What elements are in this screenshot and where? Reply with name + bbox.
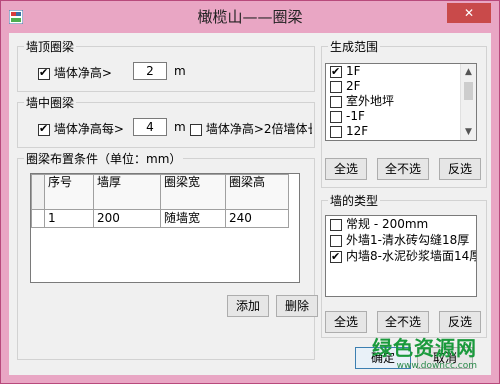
row-header[interactable] bbox=[31, 209, 45, 228]
range-select-all-button[interactable]: 全选 bbox=[325, 158, 367, 180]
top-beam-group-label: 墙顶圈梁 bbox=[24, 38, 77, 55]
range-group: 生成范围 1F 2F 室外地坪 -1F 12F ▲ ▼ 全选 全不选 反选 bbox=[321, 38, 487, 188]
wall-select-none-button[interactable]: 全不选 bbox=[377, 311, 429, 333]
list-item[interactable]: -1F bbox=[326, 109, 476, 124]
table-row[interactable]: 1 200 随墙宽 240 bbox=[31, 209, 289, 228]
wall-type-list[interactable]: 常规 - 200mm 外墙1-清水砖勾缝18厚 内墙8-水泥砂浆墙面14厚 bbox=[325, 215, 477, 297]
top-beam-height-input[interactable]: 2 bbox=[133, 62, 167, 80]
wall-type-group: 墙的类型 常规 - 200mm 外墙1-清水砖勾缝18厚 内墙8-水泥砂浆墙面1… bbox=[321, 192, 487, 338]
wall-type-label: 常规 - 200mm bbox=[346, 217, 429, 231]
top-beam-group: 墙顶圈梁 墙体净高> 2 m bbox=[17, 38, 315, 92]
list-item[interactable]: 12F bbox=[326, 124, 476, 139]
beam-table[interactable]: 序号 墙厚 圈梁宽 圈梁高 1 200 随墙宽 240 bbox=[30, 173, 300, 283]
range-select-none-button[interactable]: 全不选 bbox=[377, 158, 429, 180]
top-beam-unit: m bbox=[174, 64, 186, 78]
range-list[interactable]: 1F 2F 室外地坪 -1F 12F ▲ ▼ bbox=[325, 63, 477, 141]
top-beam-checkbox[interactable] bbox=[38, 66, 50, 80]
scroll-down-icon[interactable]: ▼ bbox=[461, 124, 476, 140]
range-item-label: 1F bbox=[346, 64, 361, 78]
wall-type-label: 外墙1-清水砖勾缝18厚 bbox=[346, 233, 470, 247]
wall-type-checkbox[interactable] bbox=[330, 218, 342, 231]
range-group-label: 生成范围 bbox=[328, 38, 381, 55]
range-list-scrollbar[interactable]: ▲ ▼ bbox=[460, 64, 476, 140]
watermark: 绿色资源网 www.downcc.com bbox=[372, 332, 477, 371]
col-header-beam-height[interactable]: 圈梁高 bbox=[225, 174, 289, 210]
cell-beam-height[interactable]: 240 bbox=[225, 209, 289, 228]
mid-beam-check-label: 墙体净高每> bbox=[53, 122, 124, 136]
list-item[interactable]: 2F bbox=[326, 79, 476, 94]
range-item-label: -1F bbox=[346, 109, 365, 123]
list-item[interactable]: 1F bbox=[326, 64, 476, 79]
list-item[interactable]: 内墙8-水泥砂浆墙面14厚 bbox=[326, 248, 477, 265]
layout-group-label: 圈梁布置条件（单位：mm） bbox=[24, 150, 184, 167]
list-item[interactable]: 室外地坪 bbox=[326, 94, 476, 109]
range-item-label: 2F bbox=[346, 79, 361, 93]
top-beam-check-label: 墙体净高> bbox=[53, 66, 112, 80]
dialog-body: 墙顶圈梁 墙体净高> 2 m 墙中圈梁 墙体净高每> 4 m 墙体净高>2倍墙体… bbox=[9, 33, 491, 375]
add-button[interactable]: 添加 bbox=[227, 295, 269, 317]
mid-beam-extra-checkbox[interactable] bbox=[190, 123, 202, 136]
range-item-checkbox[interactable] bbox=[330, 64, 342, 79]
cell-index[interactable]: 1 bbox=[44, 209, 94, 228]
range-invert-button[interactable]: 反选 bbox=[439, 158, 481, 180]
close-button[interactable]: ✕ bbox=[447, 3, 491, 23]
watermark-url: www.downcc.com bbox=[396, 361, 477, 371]
wall-type-checkbox[interactable] bbox=[330, 234, 342, 247]
row-header-corner bbox=[31, 174, 45, 210]
col-header-index[interactable]: 序号 bbox=[44, 174, 94, 210]
table-header-row: 序号 墙厚 圈梁宽 圈梁高 bbox=[31, 174, 289, 210]
range-item-label: 12F bbox=[346, 124, 369, 138]
range-item-checkbox[interactable] bbox=[330, 95, 342, 108]
cell-beam-width[interactable]: 随墙宽 bbox=[160, 209, 226, 228]
mid-beam-group-label: 墙中圈梁 bbox=[24, 94, 77, 111]
wall-type-group-label: 墙的类型 bbox=[328, 192, 381, 209]
dialog-window: 橄榄山——圈梁 ✕ 墙顶圈梁 墙体净高> 2 m 墙中圈梁 墙体净高每> 4 m bbox=[0, 0, 500, 384]
wall-select-all-button[interactable]: 全选 bbox=[325, 311, 367, 333]
range-item-checkbox[interactable] bbox=[330, 80, 342, 93]
list-item[interactable]: 常规 - 200mm bbox=[326, 216, 476, 232]
mid-beam-extra-wrap[interactable]: 墙体净高>2倍墙体长度 bbox=[190, 120, 312, 137]
list-item[interactable]: 外墙1-清水砖勾缝18厚 bbox=[326, 232, 476, 248]
wall-invert-button[interactable]: 反选 bbox=[439, 311, 481, 333]
title-bar[interactable]: 橄榄山——圈梁 ✕ bbox=[1, 1, 499, 33]
scroll-thumb[interactable] bbox=[464, 82, 473, 100]
watermark-text: 绿色资源网 bbox=[372, 336, 477, 360]
mid-beam-extra-label: 墙体净高>2倍墙体长度 bbox=[205, 122, 312, 136]
mid-beam-unit: m bbox=[174, 120, 186, 134]
window-title: 橄榄山——圈梁 bbox=[197, 8, 303, 26]
range-item-label: 室外地坪 bbox=[346, 94, 395, 108]
wall-type-label: 内墙8-水泥砂浆墙面14厚 bbox=[346, 249, 477, 263]
cell-wall-thickness[interactable]: 200 bbox=[93, 209, 161, 228]
range-item-checkbox[interactable] bbox=[330, 125, 342, 138]
delete-button[interactable]: 删除 bbox=[276, 295, 318, 317]
layout-group: 圈梁布置条件（单位：mm） 序号 墙厚 圈梁宽 圈梁高 1 200 随墙宽 24… bbox=[17, 150, 318, 360]
mid-beam-group: 墙中圈梁 墙体净高每> 4 m 墙体净高>2倍墙体长度 bbox=[17, 94, 315, 148]
col-header-beam-width[interactable]: 圈梁宽 bbox=[160, 174, 226, 210]
col-header-wall-thickness[interactable]: 墙厚 bbox=[93, 174, 161, 210]
mid-beam-checkbox[interactable] bbox=[38, 122, 50, 136]
mid-beam-height-input[interactable]: 4 bbox=[133, 118, 167, 136]
mid-beam-checkbox-wrap[interactable]: 墙体净高每> bbox=[38, 120, 124, 137]
scroll-up-icon[interactable]: ▲ bbox=[461, 64, 476, 80]
wall-type-checkbox[interactable] bbox=[330, 249, 342, 265]
range-item-checkbox[interactable] bbox=[330, 110, 342, 123]
top-beam-checkbox-wrap[interactable]: 墙体净高> bbox=[38, 64, 112, 81]
